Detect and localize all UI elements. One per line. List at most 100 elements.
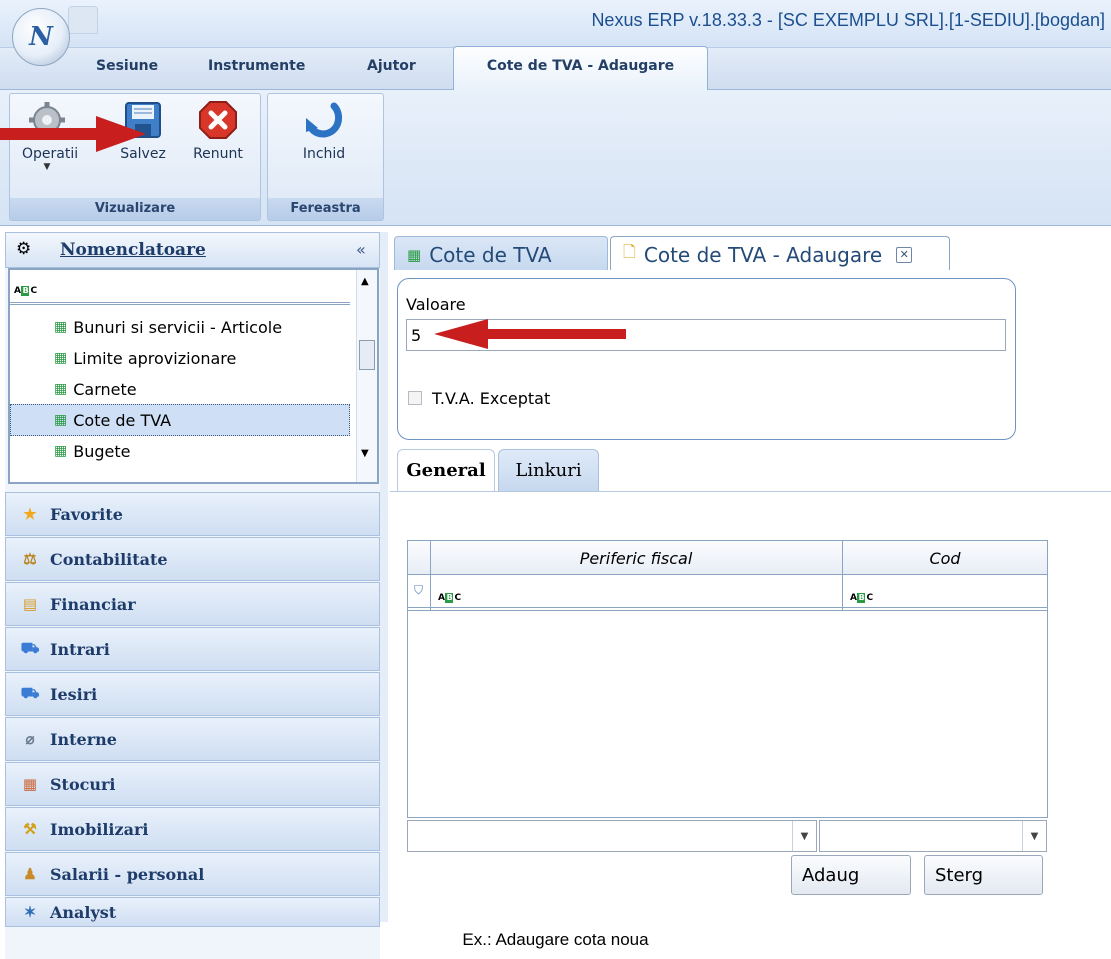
chevron-down-icon[interactable]: ▼	[792, 821, 816, 851]
caption: Ex.: Adaugare cota noua	[462, 930, 649, 949]
truck-out-icon: ⛟	[20, 684, 40, 702]
doc-tab-cote-tva-adaugare[interactable]: 🗋 Cote de TVA - Adaugare ✕	[610, 236, 950, 272]
valoare-group: Valoare T.V.A. Exceptat	[397, 278, 1016, 440]
menu-instrumente[interactable]: Instrumente	[208, 58, 305, 74]
tree-item-cote-tva[interactable]: ▦ Cote de TVA	[54, 405, 171, 435]
nav-iesiri[interactable]: ⛟ Iesiri	[5, 672, 380, 716]
abc-filter-icon[interactable]: ABC	[850, 585, 873, 604]
periferic-combo[interactable]: ▼	[407, 820, 817, 852]
nav-label: Intrari	[50, 639, 110, 659]
col-periferic-fiscal[interactable]: Periferic fiscal	[430, 549, 842, 568]
tree-item-label: Cote de TVA	[73, 410, 172, 430]
nav-financiar[interactable]: ▤ Financiar	[5, 582, 380, 626]
tree-scrollbar[interactable]: ▲ ▼	[356, 270, 377, 482]
nav-salarii[interactable]: ♟ Salarii - personal	[5, 852, 380, 896]
nav-label: Imobilizari	[50, 819, 149, 839]
col-cod[interactable]: Cod	[843, 549, 1047, 568]
add-button[interactable]: Adaug	[791, 855, 911, 895]
chart-icon: ✶	[23, 903, 37, 921]
tree-item-bugete[interactable]: ▦ Bugete	[54, 436, 130, 466]
table-icon: ▦	[407, 245, 422, 264]
ribbon: Operatii ▼ Salvez Renunt Vizualizare Inc…	[0, 90, 1111, 226]
table-icon: ▦	[54, 319, 68, 335]
nomenclatoare-header[interactable]: ⚙ Nomenclatoare «	[5, 232, 380, 268]
table-icon: ▦	[54, 443, 68, 459]
nav-favorite[interactable]: ★ Favorite	[5, 492, 380, 536]
inchid-label: Inchid	[302, 146, 346, 162]
app-logo-button[interactable]: N	[12, 8, 70, 66]
subtab-divider	[390, 491, 1111, 492]
doc-tab-cote-tva[interactable]: ▦ Cote de TVA	[394, 236, 608, 272]
tree-item-carnete[interactable]: ▦ Carnete	[54, 374, 137, 404]
nav-label: Interne	[50, 729, 117, 749]
title-bar: Nexus ERP v.18.33.3 - [SC EXEMPLU SRL].[…	[0, 0, 1111, 48]
annotation-arrow-save	[0, 114, 150, 154]
table-icon: ▦	[54, 412, 68, 428]
nav-label: Financiar	[50, 594, 136, 614]
group-label-vizualizare: Vizualizare	[10, 198, 260, 220]
tree-item-label: Bugete	[73, 441, 131, 461]
filter-row-separator	[408, 607, 1047, 611]
scroll-down-icon[interactable]: ▼	[361, 448, 369, 459]
annotation-arrow-value	[430, 317, 630, 351]
ribbon-group-vizualizare: Operatii ▼ Salvez Renunt Vizualizare	[9, 93, 261, 221]
exceptat-label: T.V.A. Exceptat	[432, 389, 551, 408]
logo-letter: N	[29, 22, 53, 52]
doc-tab-label: Cote de TVA	[429, 242, 552, 267]
scroll-thumb[interactable]	[359, 340, 375, 370]
exceptat-checkbox[interactable]	[408, 391, 422, 405]
close-tab-icon[interactable]: ✕	[896, 246, 913, 263]
chevron-down-icon[interactable]: ▼	[1022, 821, 1046, 851]
periferic-grid: Periferic fiscal Cod ⛉ ABC ABC	[407, 540, 1048, 818]
inchid-button[interactable]: Inchid	[294, 100, 354, 162]
nav-intrari[interactable]: ⛟ Intrari	[5, 627, 380, 671]
ribbon-group-fereastra: Inchid Fereastra	[267, 93, 384, 221]
panel-splitter[interactable]	[380, 232, 388, 922]
ribbon-tab-cote-tva-adaugare[interactable]: Cote de TVA - Adaugare	[453, 46, 708, 92]
table-icon: ▦	[54, 350, 68, 366]
tree-item-limite[interactable]: ▦ Limite aprovizionare	[54, 343, 236, 373]
valoare-label: Valoare	[406, 295, 466, 314]
nav-analyst[interactable]: ✶ Analyst	[5, 897, 380, 927]
cancel-x-icon	[198, 100, 238, 140]
renunt-label: Renunt	[193, 146, 243, 162]
menu-ajutor[interactable]: Ajutor	[367, 58, 416, 74]
dropdown-caret-icon: ▼	[43, 162, 51, 172]
tree-item-label: Bunuri si servicii - Articole	[73, 317, 283, 337]
scales-icon: ⚖	[23, 550, 37, 568]
nav-label: Iesiri	[50, 684, 98, 704]
tree-item-label: Limite aprovizionare	[73, 348, 237, 368]
tree-item-bunuri[interactable]: ▦ Bunuri si servicii - Articole	[54, 312, 282, 342]
table-icon: ▦	[54, 381, 68, 397]
cogs-icon: ⚙	[16, 239, 32, 259]
abc-filter-icon[interactable]: ABC	[438, 585, 461, 604]
collapse-icon[interactable]: «	[356, 240, 366, 259]
doc-tab-label: Cote de TVA - Adaugare	[643, 242, 883, 267]
tree-item-label: Carnete	[73, 379, 137, 399]
nav-label: Contabilitate	[50, 549, 168, 569]
nav-label: Favorite	[50, 504, 123, 524]
new-document-icon: 🗋	[623, 242, 636, 261]
filter-icon[interactable]: ⛉	[414, 583, 423, 598]
subtab-linkuri[interactable]: Linkuri	[498, 449, 599, 491]
drill-icon: ⚒	[23, 820, 37, 838]
group-label-fereastra: Fereastra	[268, 198, 383, 220]
nav-imobilizari[interactable]: ⚒ Imobilizari	[5, 807, 380, 851]
renunt-button[interactable]: Renunt	[187, 100, 249, 162]
delete-button[interactable]: Sterg	[924, 855, 1043, 895]
nav-label: Salarii - personal	[50, 864, 205, 884]
cod-combo[interactable]: ▼	[819, 820, 1047, 852]
scroll-up-icon[interactable]: ▲	[361, 276, 369, 287]
quick-access-tab[interactable]	[68, 6, 98, 34]
nav-stocuri[interactable]: ▦ Stocuri	[5, 762, 380, 806]
nav-contabilitate[interactable]: ⚖ Contabilitate	[5, 537, 380, 581]
nav-label: Analyst	[50, 902, 117, 922]
nomenclatoare-title: Nomenclatoare	[60, 240, 206, 260]
boxes-icon: ▦	[22, 775, 38, 793]
subtab-general[interactable]: General	[397, 449, 495, 491]
truck-in-icon: ⛟	[20, 639, 40, 657]
nav-interne[interactable]: ⌀ Interne	[5, 717, 380, 761]
person-icon: ♟	[23, 865, 37, 883]
nomenclatoare-tree: ABC ▦ Bunuri si servicii - Articole ▦ Limi…	[8, 268, 379, 484]
menu-sesiune[interactable]: Sesiune	[96, 58, 158, 74]
